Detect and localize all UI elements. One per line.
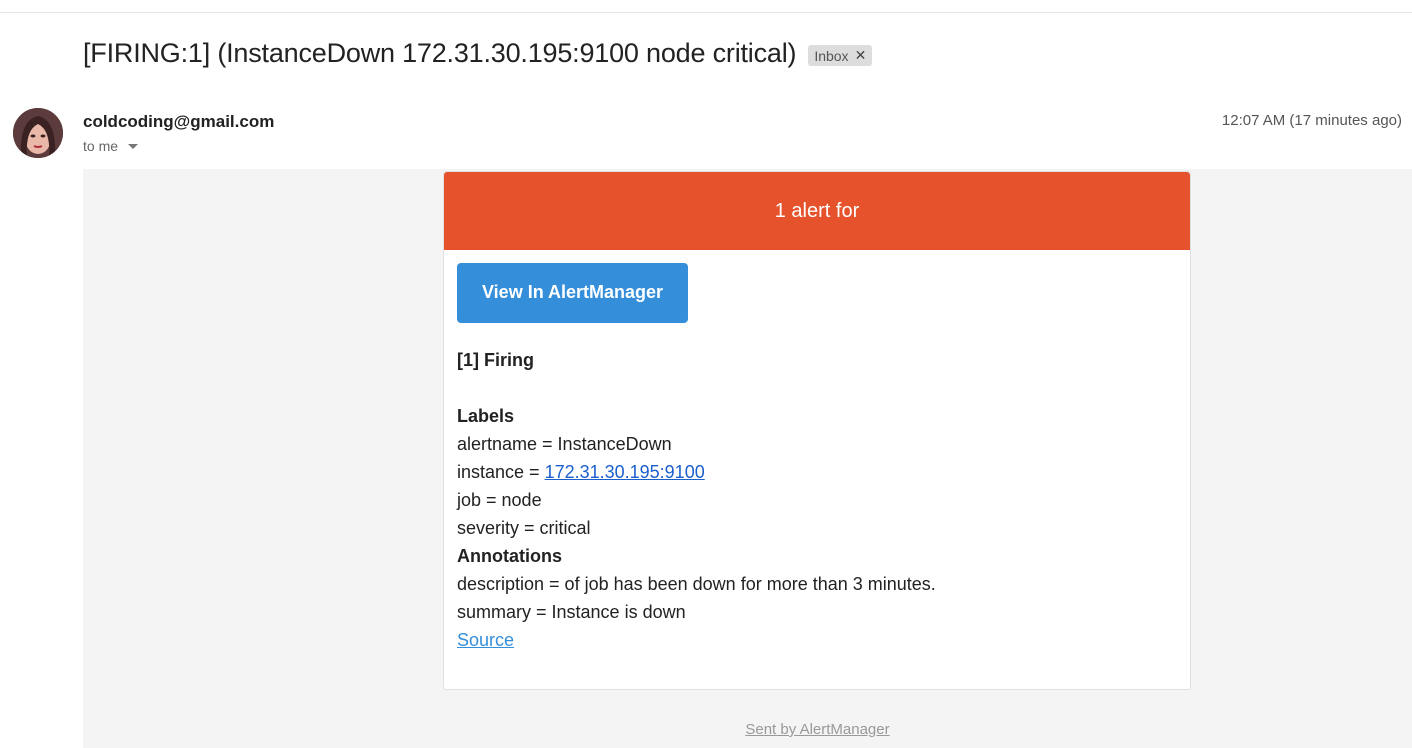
top-divider — [0, 12, 1412, 13]
recipient-dropdown[interactable]: to me — [83, 138, 139, 154]
chevron-down-icon[interactable] — [128, 143, 139, 149]
view-in-alertmanager-button[interactable]: View In AlertManager — [457, 263, 689, 323]
label-instance: instance = 172.31.30.195:9100 — [457, 458, 1177, 486]
alert-content: View In AlertManager [1] Firing Labels a… — [444, 250, 1190, 654]
annotation-summary: summary = Instance is down — [457, 602, 686, 622]
source-link[interactable]: Source — [457, 630, 514, 650]
email-body: 1 alert for View In AlertManager [1] Fir… — [83, 169, 1412, 748]
email-subject: [FIRING:1] (InstanceDown 172.31.30.195:9… — [83, 38, 797, 68]
close-icon[interactable]: ✕ — [855, 47, 867, 64]
instance-link[interactable]: 172.31.30.195:9100 — [545, 462, 705, 482]
labels-title: Labels — [457, 406, 515, 426]
sender-email[interactable]: coldcoding@gmail.com — [83, 112, 274, 132]
label-alertname: alertname = InstanceDown — [457, 434, 672, 454]
alert-header: 1 alert for — [444, 172, 1190, 250]
alert-card: 1 alert for View In AlertManager [1] Fir… — [443, 171, 1191, 690]
sent-by-alertmanager-link[interactable]: Sent by AlertManager — [745, 721, 889, 738]
recipient-label: to me — [83, 138, 119, 154]
email-timestamp: 12:07 AM (17 minutes ago) — [1221, 112, 1402, 129]
label-severity: severity = critical — [457, 518, 591, 538]
instance-prefix: instance = — [457, 462, 545, 482]
inbox-label-text: Inbox — [814, 47, 849, 64]
label-job: job = node — [457, 490, 542, 510]
footer: Sent by AlertManager — [83, 721, 1412, 738]
annotation-description: description = of job has been down for m… — [457, 574, 936, 594]
avatar[interactable] — [13, 108, 63, 158]
firing-title: [1] Firing — [457, 350, 534, 370]
subject-row: [FIRING:1] (InstanceDown 172.31.30.195:9… — [83, 38, 873, 69]
inbox-label-chip: Inbox ✕ — [808, 45, 873, 66]
source-line: Source — [457, 626, 1177, 654]
annotations-title: Annotations — [457, 546, 562, 566]
